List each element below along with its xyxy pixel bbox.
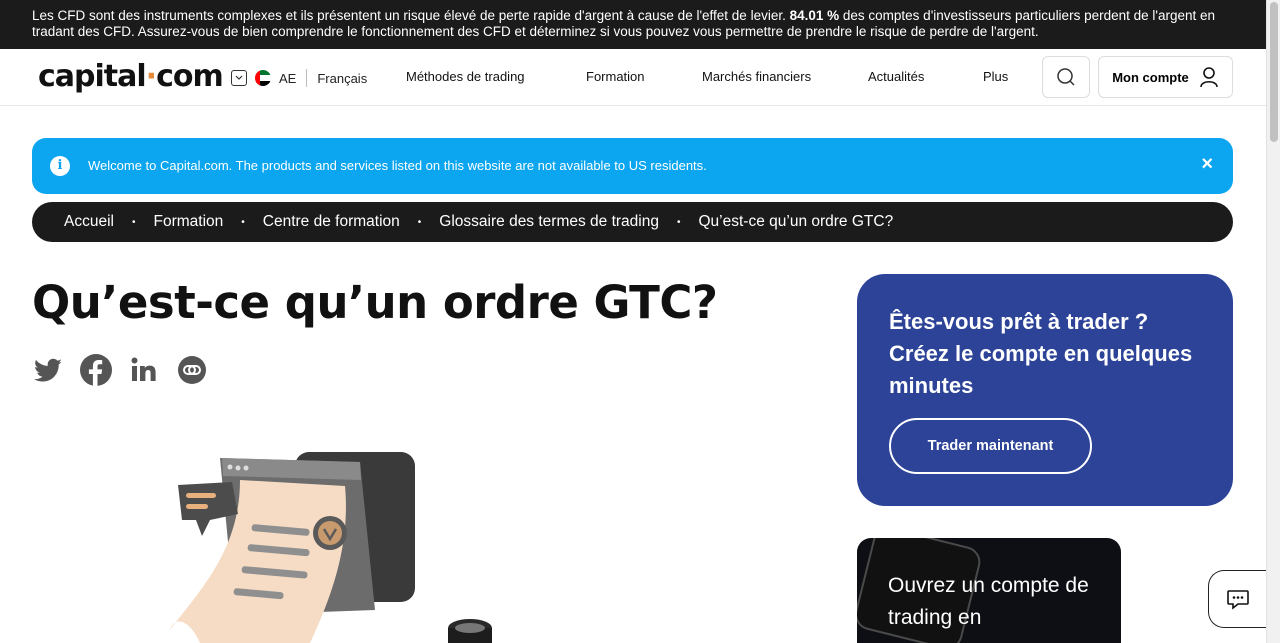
- divider: [306, 69, 308, 87]
- user-icon: [1199, 67, 1218, 88]
- linkedin-icon[interactable]: [128, 354, 160, 386]
- logo-text-right: com: [156, 59, 224, 94]
- info-icon: i: [50, 156, 70, 176]
- breadcrumb-current: Qu’est-ce qu’un ordre GTC?: [698, 213, 894, 230]
- site-header: capital·com AE Français Méthodes de trad…: [0, 49, 1266, 106]
- nav-news[interactable]: Actualités: [868, 69, 924, 84]
- trading-promo-card: Êtes-vous prêt à trader ? Créez le compt…: [857, 274, 1233, 506]
- breadcrumb-separator: •: [417, 216, 422, 228]
- nav-formation[interactable]: Formation: [586, 69, 645, 84]
- account-label: Mon compte: [1112, 69, 1189, 85]
- banner-message: Welcome to Capital.com. The products and…: [88, 158, 707, 173]
- open-account-card[interactable]: Ouvrez un compte de trading en: [857, 538, 1121, 643]
- promo-text: Êtes-vous prêt à trader ? Créez le compt…: [889, 309, 1193, 398]
- breadcrumb-learning-center[interactable]: Centre de formation: [263, 213, 400, 231]
- chat-button[interactable]: [1208, 570, 1266, 628]
- nav-more[interactable]: Plus: [983, 69, 1008, 84]
- risk-warning-bar: Les CFD sont des instruments complexes e…: [0, 0, 1266, 49]
- breadcrumb-home[interactable]: Accueil: [64, 213, 114, 231]
- us-residents-banner: i Welcome to Capital.com. The products a…: [32, 138, 1233, 194]
- scrollbar-thumb[interactable]: [1270, 2, 1278, 142]
- chevron-down-icon[interactable]: [231, 70, 247, 86]
- capital-com-logo[interactable]: capital·com: [38, 59, 224, 94]
- facebook-icon[interactable]: [80, 354, 112, 386]
- page-title: Qu’est-ce qu’un ordre GTC?: [32, 276, 718, 329]
- page-scrollbar[interactable]: [1266, 0, 1280, 643]
- uae-flag-icon: [255, 70, 271, 86]
- risk-warning-text-1: Les CFD sont des instruments complexes e…: [32, 8, 790, 23]
- copy-link-icon[interactable]: [176, 354, 208, 386]
- breadcrumb-separator: •: [676, 216, 681, 228]
- close-icon[interactable]: ×: [1201, 154, 1213, 174]
- logo-text-left: capital: [38, 59, 147, 94]
- language-label[interactable]: Français: [317, 71, 367, 86]
- search-button[interactable]: [1042, 56, 1090, 98]
- search-icon: [1057, 68, 1075, 86]
- trade-now-button[interactable]: Trader maintenant: [889, 418, 1092, 474]
- my-account-button[interactable]: Mon compte: [1098, 56, 1233, 98]
- region-label[interactable]: AE: [279, 71, 296, 86]
- breadcrumb-separator: •: [241, 216, 245, 228]
- chat-icon: [1226, 590, 1249, 610]
- breadcrumb-separator: •: [131, 216, 136, 228]
- nav-trading-methods[interactable]: Méthodes de trading: [406, 69, 525, 84]
- breadcrumb-glossary[interactable]: Glossaire des termes de trading: [439, 213, 659, 231]
- language-selector[interactable]: AE Français: [231, 69, 367, 87]
- logo-dot: ·: [145, 59, 157, 94]
- open-account-text: Ouvrez un compte de trading en: [888, 574, 1089, 629]
- twitter-icon[interactable]: [32, 354, 64, 386]
- breadcrumb-formation[interactable]: Formation: [153, 213, 223, 231]
- risk-warning-percent: 84.01 %: [789, 8, 840, 23]
- nav-financial-markets[interactable]: Marchés financiers: [702, 69, 811, 84]
- article-illustration: [170, 452, 492, 643]
- breadcrumb: Accueil • Formation • Centre de formatio…: [32, 202, 1233, 242]
